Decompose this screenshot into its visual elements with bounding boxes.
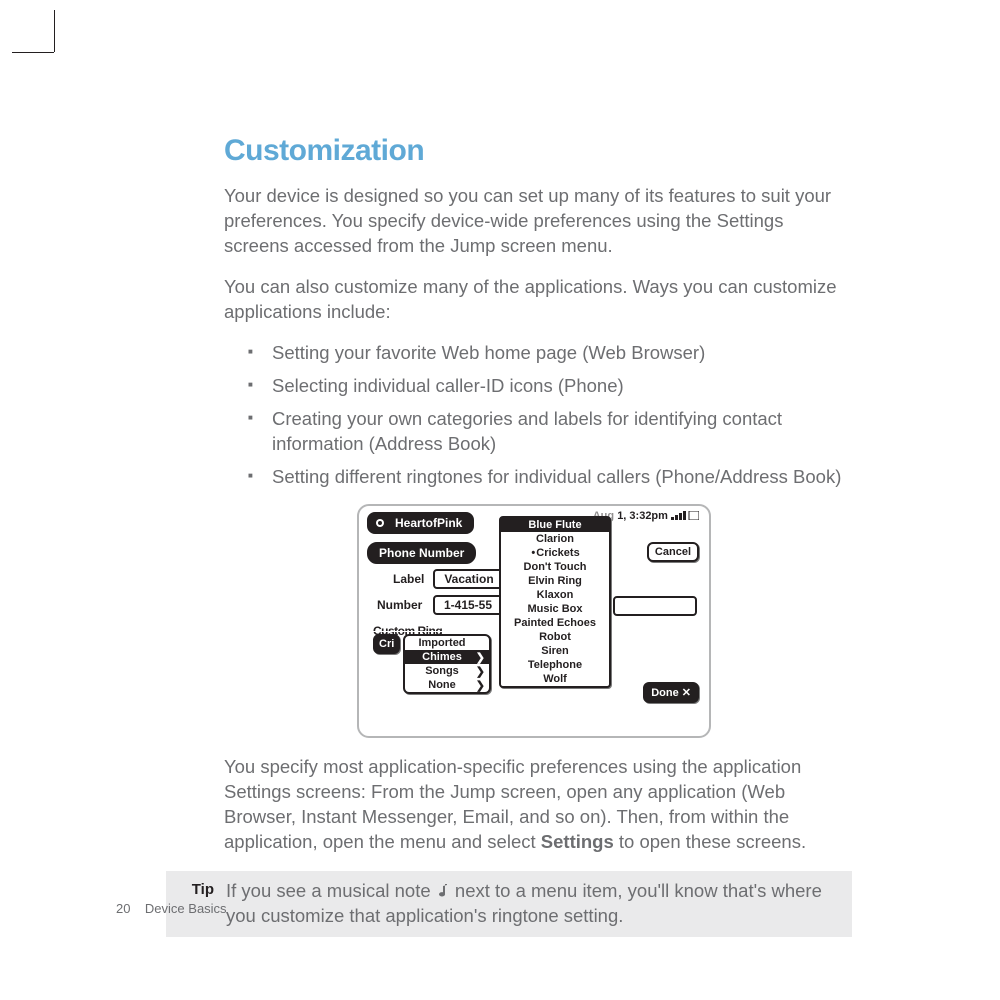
- ringtone-item[interactable]: Telephone: [501, 658, 609, 672]
- menu-item-chimes[interactable]: Chimes❯: [405, 650, 489, 664]
- page-number: 20: [116, 901, 130, 916]
- device-screenshot-figure: HeartofPink Aug 1, 3:32pm Phone Number C…: [224, 504, 844, 743]
- page-heading: Customization: [224, 134, 844, 168]
- number-caption: Number: [377, 598, 422, 612]
- ringtone-item[interactable]: Klaxon: [501, 588, 609, 602]
- ringtone-item[interactable]: Clarion: [501, 532, 609, 546]
- menu-item-songs[interactable]: Songs❯: [405, 664, 489, 678]
- bullet-list: Setting your favorite Web home page (Web…: [224, 341, 844, 490]
- ringtone-item[interactable]: Blue Flute: [501, 518, 609, 532]
- list-item: Setting different ringtones for individu…: [272, 465, 844, 490]
- tip-text: If you see a musical note next to a menu…: [214, 879, 842, 929]
- menu-item-none[interactable]: None❯: [405, 678, 489, 692]
- chevron-right-icon: ❯: [476, 665, 485, 678]
- chevron-right-icon: ❯: [476, 679, 485, 692]
- cri-button[interactable]: Cri: [373, 634, 400, 654]
- jump-icon: [375, 518, 385, 528]
- settings-bold: Settings: [541, 831, 614, 852]
- ringtone-list[interactable]: Blue Flute Clarion •Crickets Don't Touch…: [499, 516, 611, 688]
- done-button[interactable]: Done ✕: [643, 682, 699, 703]
- ringtone-item[interactable]: Robot: [501, 630, 609, 644]
- empty-field[interactable]: [613, 596, 697, 616]
- section-tab-label: Phone Number: [379, 546, 464, 560]
- label-caption: Label: [393, 572, 424, 586]
- ringtone-item[interactable]: Wolf: [501, 672, 609, 686]
- ringtone-item[interactable]: Siren: [501, 644, 609, 658]
- ringtone-item[interactable]: •Crickets: [501, 546, 609, 560]
- chevron-right-icon: ❯: [476, 651, 485, 664]
- signal-icon: [671, 511, 699, 520]
- musical-note-icon: [436, 883, 450, 899]
- tip-callout: Tip If you see a musical note next to a …: [166, 871, 852, 937]
- tip-label: Tip: [166, 879, 214, 898]
- ringtone-item[interactable]: Elvin Ring: [501, 574, 609, 588]
- ringtone-item[interactable]: Don't Touch: [501, 560, 609, 574]
- list-item: Selecting individual caller-ID icons (Ph…: [272, 374, 844, 399]
- paragraph-settings: You specify most application-specific pr…: [224, 755, 844, 855]
- intro-paragraph-2: You can also customize many of the appli…: [224, 275, 844, 325]
- section-name: Device Basics: [145, 901, 227, 916]
- title-tab[interactable]: HeartofPink: [367, 512, 474, 534]
- ringtone-category-menu[interactable]: Imported Chimes❯ Songs❯ None❯: [403, 634, 491, 694]
- device-screen: HeartofPink Aug 1, 3:32pm Phone Number C…: [357, 504, 711, 738]
- section-tab[interactable]: Phone Number: [367, 542, 476, 564]
- page-footer: 20 Device Basics: [116, 901, 227, 916]
- cancel-button[interactable]: Cancel: [647, 542, 699, 562]
- list-item: Creating your own categories and labels …: [272, 407, 844, 457]
- number-field[interactable]: 1-415-55: [433, 595, 503, 615]
- ringtone-item[interactable]: Painted Echoes: [501, 616, 609, 630]
- title-tab-label: HeartofPink: [395, 516, 462, 530]
- list-item: Setting your favorite Web home page (Web…: [272, 341, 844, 366]
- label-field[interactable]: Vacation: [433, 569, 505, 589]
- menu-item-imported[interactable]: Imported: [405, 636, 489, 650]
- ringtone-item[interactable]: Music Box: [501, 602, 609, 616]
- intro-paragraph-1: Your device is designed so you can set u…: [224, 184, 844, 259]
